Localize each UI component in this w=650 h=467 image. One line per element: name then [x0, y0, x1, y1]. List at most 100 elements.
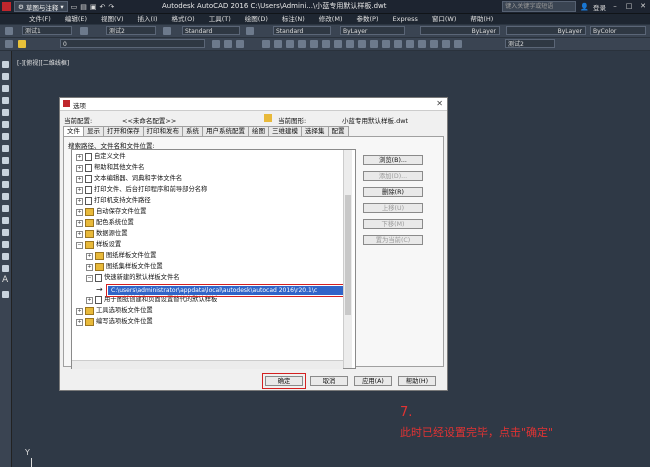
rotate-icon[interactable] — [286, 40, 294, 48]
expand-toggle-icon[interactable]: + — [76, 307, 83, 315]
circle-icon[interactable] — [2, 133, 9, 140]
move-icon[interactable] — [274, 40, 282, 48]
delete-button[interactable]: 删除(R) — [363, 187, 423, 197]
fillet-icon[interactable] — [370, 40, 378, 48]
copy-icon[interactable] — [262, 40, 270, 48]
construction-line-icon[interactable] — [2, 73, 9, 80]
search-input[interactable]: 键入关键字或短语 — [502, 1, 577, 12]
expand-toggle-icon[interactable]: + — [76, 219, 83, 227]
layer-properties-icon[interactable] — [5, 40, 13, 48]
explode-icon[interactable] — [382, 40, 390, 48]
layer-combo[interactable]: 0 — [60, 39, 205, 48]
tab-user-preferences[interactable]: 用户系统配置 — [202, 126, 249, 136]
expand-toggle-icon[interactable]: + — [86, 263, 93, 271]
tab-drafting[interactable]: 绘图 — [248, 126, 269, 136]
set-current-button[interactable]: 置为当前(C) — [363, 235, 423, 245]
ellipse-arc-icon[interactable] — [2, 181, 9, 188]
menu-help[interactable]: 帮助(H) — [463, 14, 500, 24]
dialog-title-bar[interactable]: 选项 ✕ — [60, 98, 447, 111]
extend-icon[interactable] — [322, 40, 330, 48]
tree-horizontal-scrollbar[interactable] — [72, 360, 343, 369]
polygon-icon[interactable] — [2, 97, 9, 104]
maximize-icon[interactable]: □ — [624, 2, 634, 11]
rectangle-icon[interactable] — [2, 109, 9, 116]
expand-toggle-icon[interactable]: + — [76, 208, 83, 216]
table-style-icon[interactable] — [163, 27, 171, 35]
make-current-icon[interactable] — [212, 40, 220, 48]
tree-item[interactable]: + 图纸样板文件位置 — [86, 252, 156, 260]
menu-insert[interactable]: 插入(I) — [131, 14, 165, 24]
tree-item[interactable]: + 配色系统位置 — [76, 219, 134, 227]
lengthen-icon[interactable] — [454, 40, 462, 48]
tree-item[interactable]: + 帮助和其他文件名 — [76, 164, 144, 172]
expand-toggle-icon[interactable]: + — [76, 153, 83, 161]
expand-toggle-icon[interactable]: + — [76, 175, 83, 183]
move-up-button[interactable]: 上移(U) — [363, 203, 423, 213]
tree-item[interactable]: − 快速新建的默认样板文件名 — [86, 274, 180, 282]
workspace-dropdown[interactable]: ⚙ 草图与注释 ▾ — [14, 1, 68, 12]
tree-item[interactable]: + 自定义文件 — [76, 153, 125, 161]
stretch-icon[interactable] — [406, 40, 414, 48]
mirror-icon[interactable] — [346, 40, 354, 48]
tab-plot-publish[interactable]: 打印和发布 — [142, 126, 183, 136]
undo-icon[interactable]: ↶ — [99, 3, 105, 11]
expand-toggle-icon[interactable]: + — [76, 318, 83, 326]
erase-icon[interactable] — [394, 40, 402, 48]
tree-item[interactable]: + 用于图纸创建和页面设置替代的默认样板 — [86, 296, 217, 304]
tab-profiles[interactable]: 配置 — [327, 126, 349, 136]
menu-express[interactable]: Express — [385, 14, 424, 24]
tree-item[interactable]: + 打印文件、后台打印程序和前导部分名称 — [76, 186, 207, 194]
help-button[interactable]: 帮助(H) — [398, 376, 436, 386]
make-block-icon[interactable] — [2, 205, 9, 212]
menu-view[interactable]: 视图(V) — [94, 14, 131, 24]
hatch-icon[interactable] — [2, 229, 9, 236]
color-combo[interactable]: ByLayer — [340, 26, 405, 35]
sign-in-link[interactable]: 登录 — [593, 2, 606, 12]
style-combo[interactable]: 测试2 — [505, 39, 555, 48]
tab-3d-modeling[interactable]: 三维建模 — [268, 126, 302, 136]
tab-display[interactable]: 显示 — [83, 126, 104, 136]
tab-selection[interactable]: 选择集 — [301, 126, 329, 136]
scale-icon[interactable] — [298, 40, 306, 48]
line-icon[interactable] — [2, 61, 9, 68]
lineweight-combo[interactable]: ByLayer — [506, 26, 586, 35]
dim-style-icon[interactable] — [80, 27, 88, 35]
text-style-combo[interactable]: 测试1 — [22, 26, 72, 35]
linetype-combo[interactable]: ByLayer — [420, 26, 500, 35]
close-icon[interactable]: ✕ — [638, 2, 648, 11]
user-icon[interactable]: 👤 — [580, 3, 589, 11]
menu-edit[interactable]: 编辑(E) — [58, 14, 94, 24]
redo-icon[interactable]: ↷ — [108, 3, 114, 11]
cancel-button[interactable]: 取消 — [310, 376, 348, 386]
tab-open-save[interactable]: 打开和保存 — [103, 126, 144, 136]
array-icon[interactable] — [358, 40, 366, 48]
expand-toggle-icon[interactable]: + — [76, 186, 83, 194]
expand-toggle-icon[interactable]: + — [76, 230, 83, 238]
menu-dimension[interactable]: 标注(N) — [275, 14, 312, 24]
tree-item[interactable]: + 文本编辑器、词典和字体文件名 — [76, 175, 182, 183]
move-down-button[interactable]: 下移(M) — [363, 219, 423, 229]
text-style2-combo[interactable]: 测试2 — [106, 26, 156, 35]
break-icon[interactable] — [418, 40, 426, 48]
tree-item[interactable]: + 打印机支持文件路径 — [76, 197, 151, 205]
multiline-text-icon[interactable]: A — [2, 276, 9, 285]
region-icon[interactable] — [2, 253, 9, 260]
add-selected-icon[interactable] — [2, 291, 9, 298]
tree-item[interactable]: + 工具选项板文件位置 — [76, 307, 153, 315]
browse-button[interactable]: 浏览(B)... — [363, 155, 423, 165]
scroll-thumb[interactable] — [345, 195, 351, 315]
dim-style-combo[interactable]: Standard — [182, 26, 240, 35]
minimize-icon[interactable]: – — [610, 2, 620, 11]
new-file-icon[interactable]: ▭ — [71, 3, 78, 11]
tree-vertical-scrollbar[interactable] — [343, 150, 352, 368]
table-style-combo[interactable]: Standard — [273, 26, 331, 35]
layer-previous-icon[interactable] — [224, 40, 232, 48]
menu-window[interactable]: 窗口(W) — [425, 14, 464, 24]
gradient-icon[interactable] — [2, 241, 9, 248]
polyline-icon[interactable] — [2, 85, 9, 92]
insert-block-icon[interactable] — [2, 193, 9, 200]
expand-toggle-icon[interactable]: + — [86, 296, 93, 304]
point-icon[interactable] — [2, 217, 9, 224]
save-icon[interactable]: ▣ — [90, 3, 97, 11]
ellipse-icon[interactable] — [2, 169, 9, 176]
